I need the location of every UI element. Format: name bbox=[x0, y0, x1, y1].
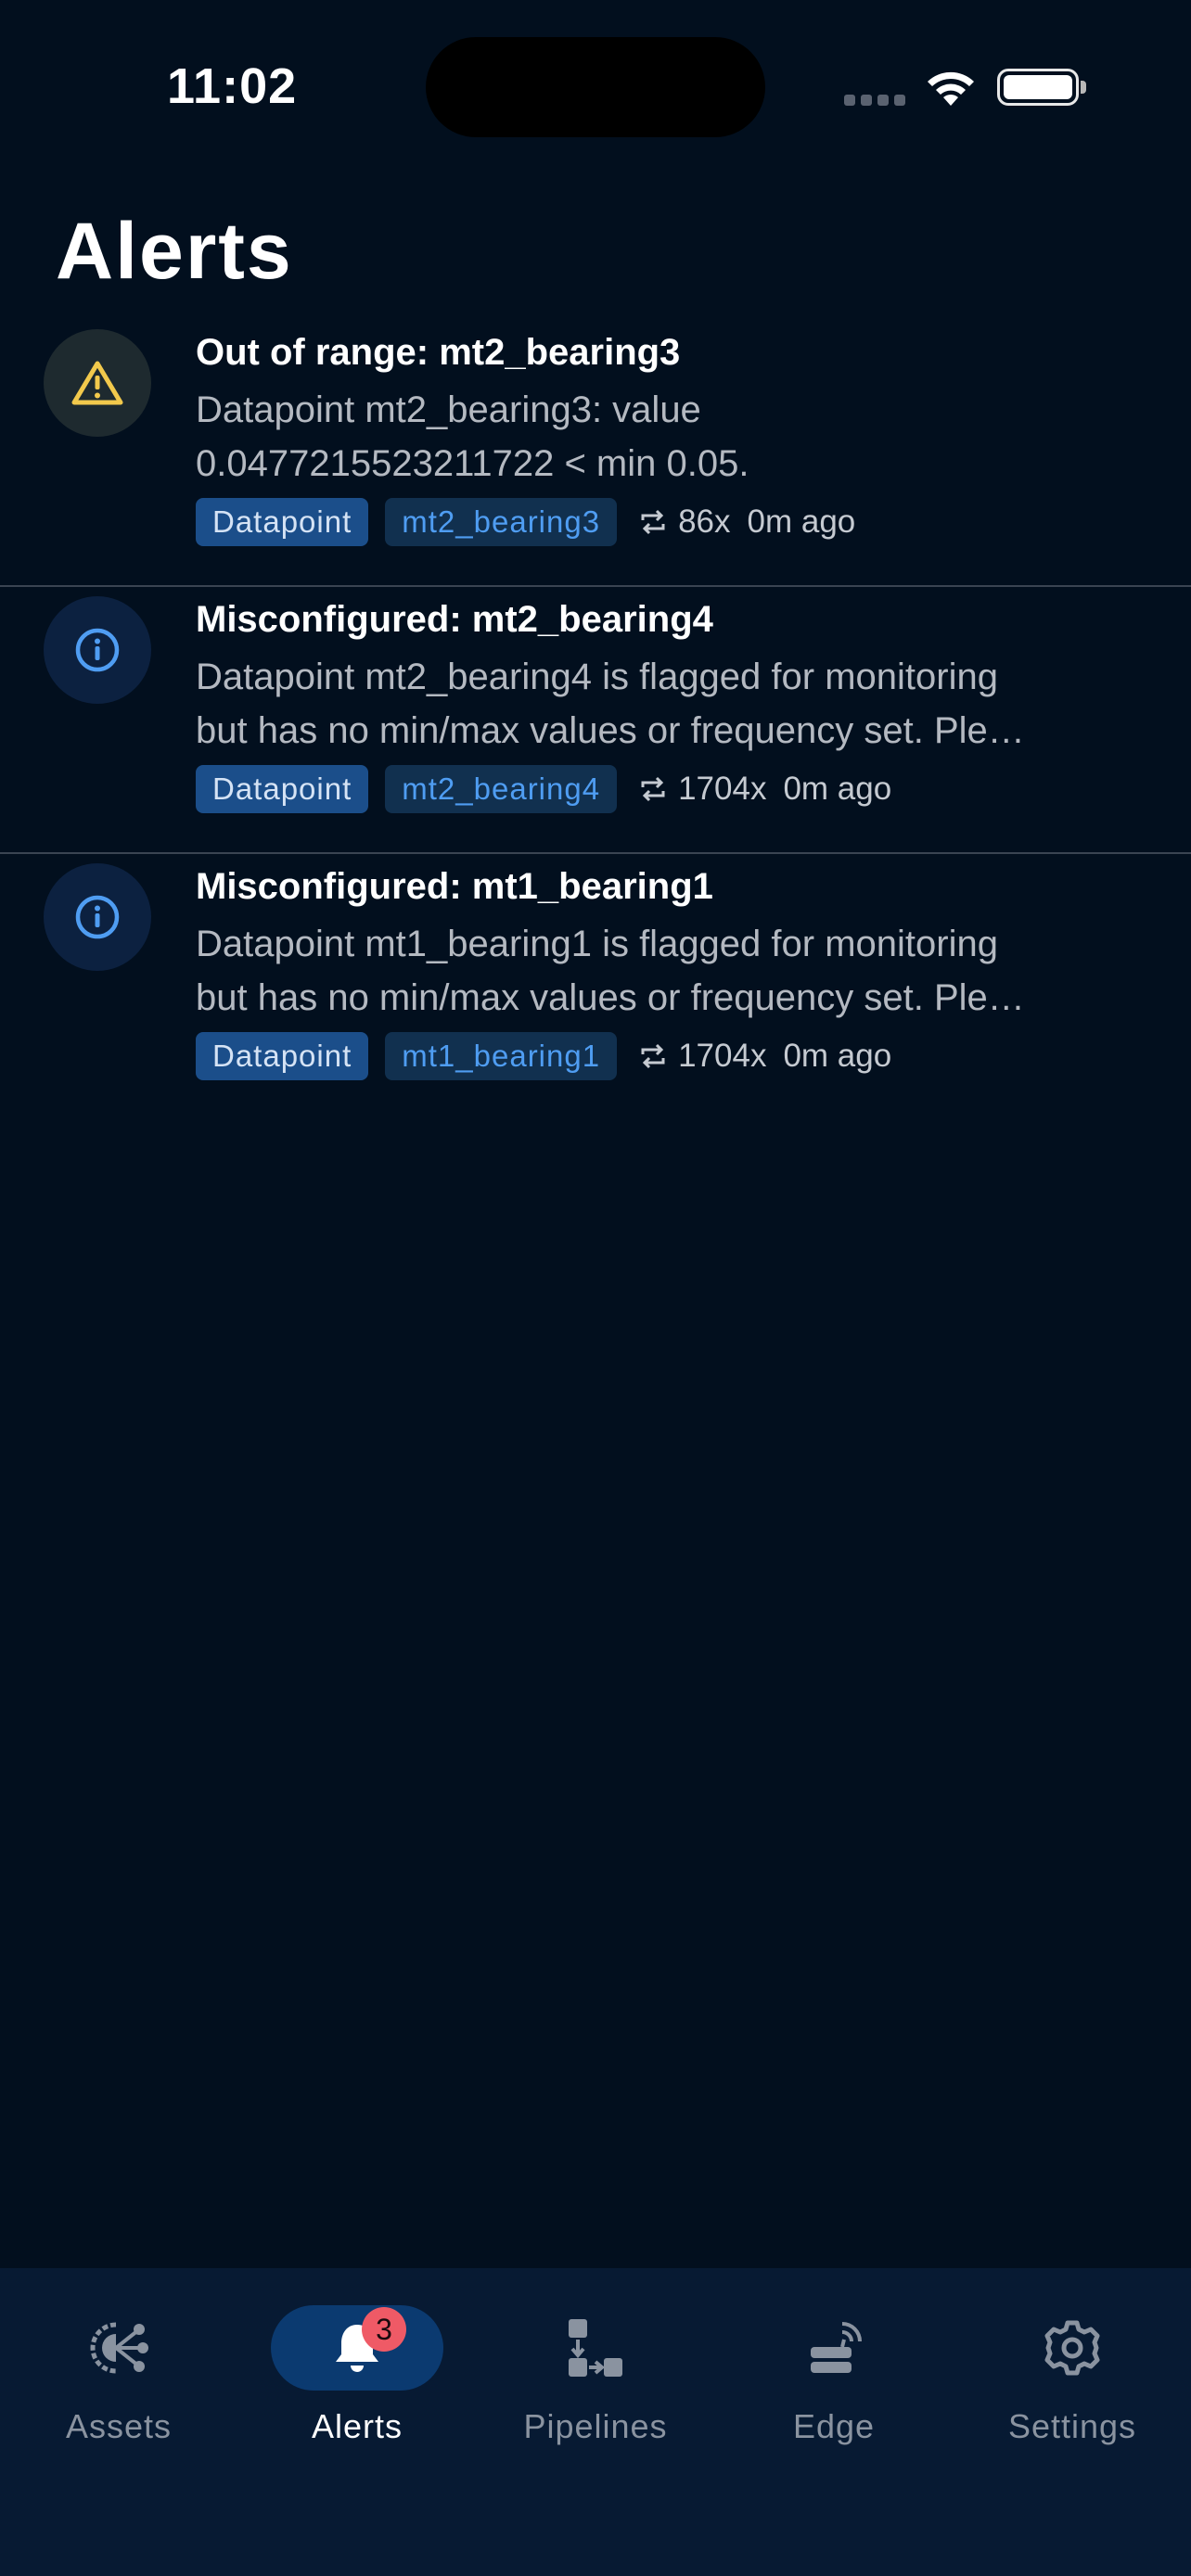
repeat-icon bbox=[641, 776, 665, 802]
alert-description-line: Datapoint mt2_bearing4 is flagged for mo… bbox=[196, 657, 998, 697]
alerts-count-badge: 3 bbox=[362, 2307, 406, 2352]
tab-label: Alerts bbox=[311, 2407, 403, 2445]
alert-severity-badge bbox=[44, 863, 151, 971]
assets-icon bbox=[90, 2322, 148, 2374]
tab-label: Pipelines bbox=[523, 2407, 668, 2445]
alert-body: Out of range: mt2_bearing3 Datapoint mt2… bbox=[196, 331, 1160, 546]
tab-assets[interactable]: Assets bbox=[17, 2305, 221, 2491]
alert-title: Misconfigured: mt2_bearing4 bbox=[196, 599, 713, 640]
alert-meta: Datapoint mt1_bearing1 1704x 0m ago bbox=[196, 1032, 1160, 1080]
repeat-icon bbox=[641, 1043, 665, 1069]
datapoint-chip[interactable]: mt2_bearing4 bbox=[385, 765, 618, 813]
wifi-icon bbox=[928, 71, 974, 106]
alert-body: Misconfigured: mt2_bearing4 Datapoint mt… bbox=[196, 598, 1160, 813]
alert-description-line: Datapoint mt1_bearing1 is flagged for mo… bbox=[196, 924, 998, 964]
info-circle-icon bbox=[75, 895, 120, 939]
alert-description-line: but has no min/max values or frequency s… bbox=[196, 710, 1025, 751]
alert-description: Datapoint mt2_bearing4 is flagged for mo… bbox=[196, 650, 1133, 758]
alert-age: 0m ago bbox=[747, 504, 856, 540]
alert-meta: Datapoint mt2_bearing4 1704x 0m ago bbox=[196, 765, 1160, 813]
tab-settings[interactable]: Settings bbox=[970, 2305, 1174, 2491]
datapoint-chip[interactable]: mt1_bearing1 bbox=[385, 1032, 618, 1080]
alert-description-line: but has no min/max values or frequency s… bbox=[196, 977, 1025, 1018]
tab-alerts[interactable]: 3 Alerts bbox=[255, 2305, 459, 2491]
gear-icon bbox=[1044, 2320, 1100, 2376]
alert-severity-badge bbox=[44, 596, 151, 704]
alert-description-line: Datapoint mt2_bearing3: value bbox=[196, 389, 701, 430]
alert-description: Datapoint mt2_bearing3: value 0.04772155… bbox=[196, 383, 1133, 491]
alert-age: 0m ago bbox=[783, 771, 892, 807]
status-time: 11:02 bbox=[167, 58, 298, 114]
repeat-icon bbox=[641, 509, 665, 535]
alert-item[interactable]: Misconfigured: mt1_bearing1 Datapoint mt… bbox=[0, 854, 1191, 1121]
alert-description: Datapoint mt1_bearing1 is flagged for mo… bbox=[196, 917, 1133, 1025]
info-circle-icon bbox=[75, 628, 120, 672]
alert-severity-badge bbox=[44, 329, 151, 437]
tab-label: Assets bbox=[65, 2407, 173, 2445]
datapoint-chip[interactable]: mt2_bearing3 bbox=[385, 498, 618, 546]
edge-device-icon bbox=[811, 2322, 862, 2373]
alert-body: Misconfigured: mt1_bearing1 Datapoint mt… bbox=[196, 865, 1160, 1080]
alert-meta: Datapoint mt2_bearing3 86x 0m ago bbox=[196, 498, 1160, 546]
battery-icon bbox=[997, 69, 1086, 106]
tab-label: Settings bbox=[1007, 2407, 1137, 2445]
alert-age: 0m ago bbox=[783, 1038, 892, 1074]
tab-pipelines[interactable]: Pipelines bbox=[493, 2305, 698, 2491]
dynamic-island bbox=[426, 37, 765, 137]
alert-title: Out of range: mt2_bearing3 bbox=[196, 332, 681, 373]
status-bar: 11:02 bbox=[0, 0, 1191, 167]
pipelines-icon bbox=[569, 2319, 622, 2377]
alert-title: Misconfigured: mt1_bearing1 bbox=[196, 866, 713, 907]
alert-list: Out of range: mt2_bearing3 Datapoint mt2… bbox=[0, 320, 1191, 1121]
tab-edge[interactable]: Edge bbox=[732, 2305, 936, 2491]
alert-item[interactable]: Out of range: mt2_bearing3 Datapoint mt2… bbox=[0, 320, 1191, 587]
tab-label: Edge bbox=[792, 2407, 876, 2445]
repeat-count: 86x bbox=[678, 504, 731, 540]
alert-item[interactable]: Misconfigured: mt2_bearing4 Datapoint mt… bbox=[0, 587, 1191, 854]
warning-triangle-icon bbox=[71, 361, 123, 405]
page-title: Alerts bbox=[56, 207, 293, 296]
repeat-count: 1704x bbox=[678, 1038, 767, 1074]
type-chip[interactable]: Datapoint bbox=[196, 498, 369, 546]
cellular-signal-icon bbox=[844, 95, 905, 106]
type-chip[interactable]: Datapoint bbox=[196, 765, 369, 813]
type-chip[interactable]: Datapoint bbox=[196, 1032, 369, 1080]
tab-bar: Assets 3 Alerts Pipelines Edge Settings bbox=[0, 2268, 1191, 2576]
alert-description-line: 0.0477215523211722 < min 0.05. bbox=[196, 443, 749, 484]
repeat-count: 1704x bbox=[678, 771, 767, 807]
